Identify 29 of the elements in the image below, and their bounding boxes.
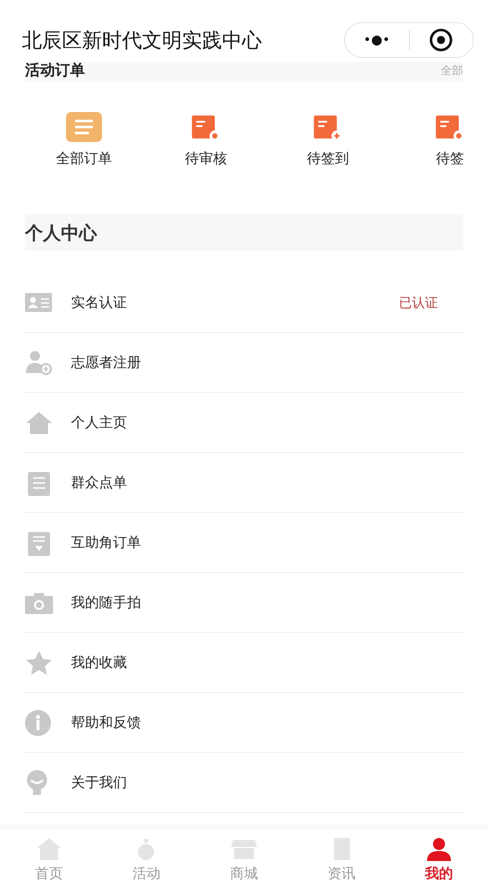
menu-item[interactable]: 志愿者注册 xyxy=(25,333,463,393)
menu-item[interactable]: 实名认证 已认证 xyxy=(25,273,463,333)
menu-item[interactable]: 互助角订单 xyxy=(25,513,463,573)
page-title: 北辰区新时代文明实践中心 xyxy=(22,26,262,54)
menu-item[interactable]: 帮助和反馈 xyxy=(25,693,463,753)
receipt-icon xyxy=(25,530,53,556)
menu-item[interactable]: 个人主页 xyxy=(25,393,463,453)
shop-icon xyxy=(230,837,257,861)
star-icon xyxy=(25,650,53,676)
order-status-button[interactable]: 全部订单 xyxy=(56,150,112,168)
menu-item[interactable]: 群众点单 xyxy=(25,453,463,513)
list-icon xyxy=(66,112,102,142)
order-status-button[interactable]: 待签 xyxy=(436,150,464,168)
user-icon xyxy=(426,837,452,861)
tab[interactable]: 我的 xyxy=(390,829,488,891)
section-title: 活动订单 xyxy=(25,62,85,79)
clipboard-icon xyxy=(25,470,53,496)
info-icon xyxy=(25,710,53,736)
house-icon xyxy=(36,837,62,861)
more-button[interactable]: •●• xyxy=(345,23,408,57)
menu-item[interactable]: 关于我们 xyxy=(25,753,463,813)
order-status-button[interactable]: 待审核 xyxy=(185,150,227,168)
menu-item[interactable]: 我的收藏 xyxy=(25,633,463,693)
house-icon xyxy=(25,410,53,436)
order-status-button[interactable]: 待签到 xyxy=(307,150,349,168)
menu-item[interactable]: 我的随手拍 xyxy=(25,573,463,633)
user-add-icon xyxy=(25,350,53,376)
section-title: 个人中心 xyxy=(25,222,97,244)
status-label: 已认证 xyxy=(399,294,438,312)
